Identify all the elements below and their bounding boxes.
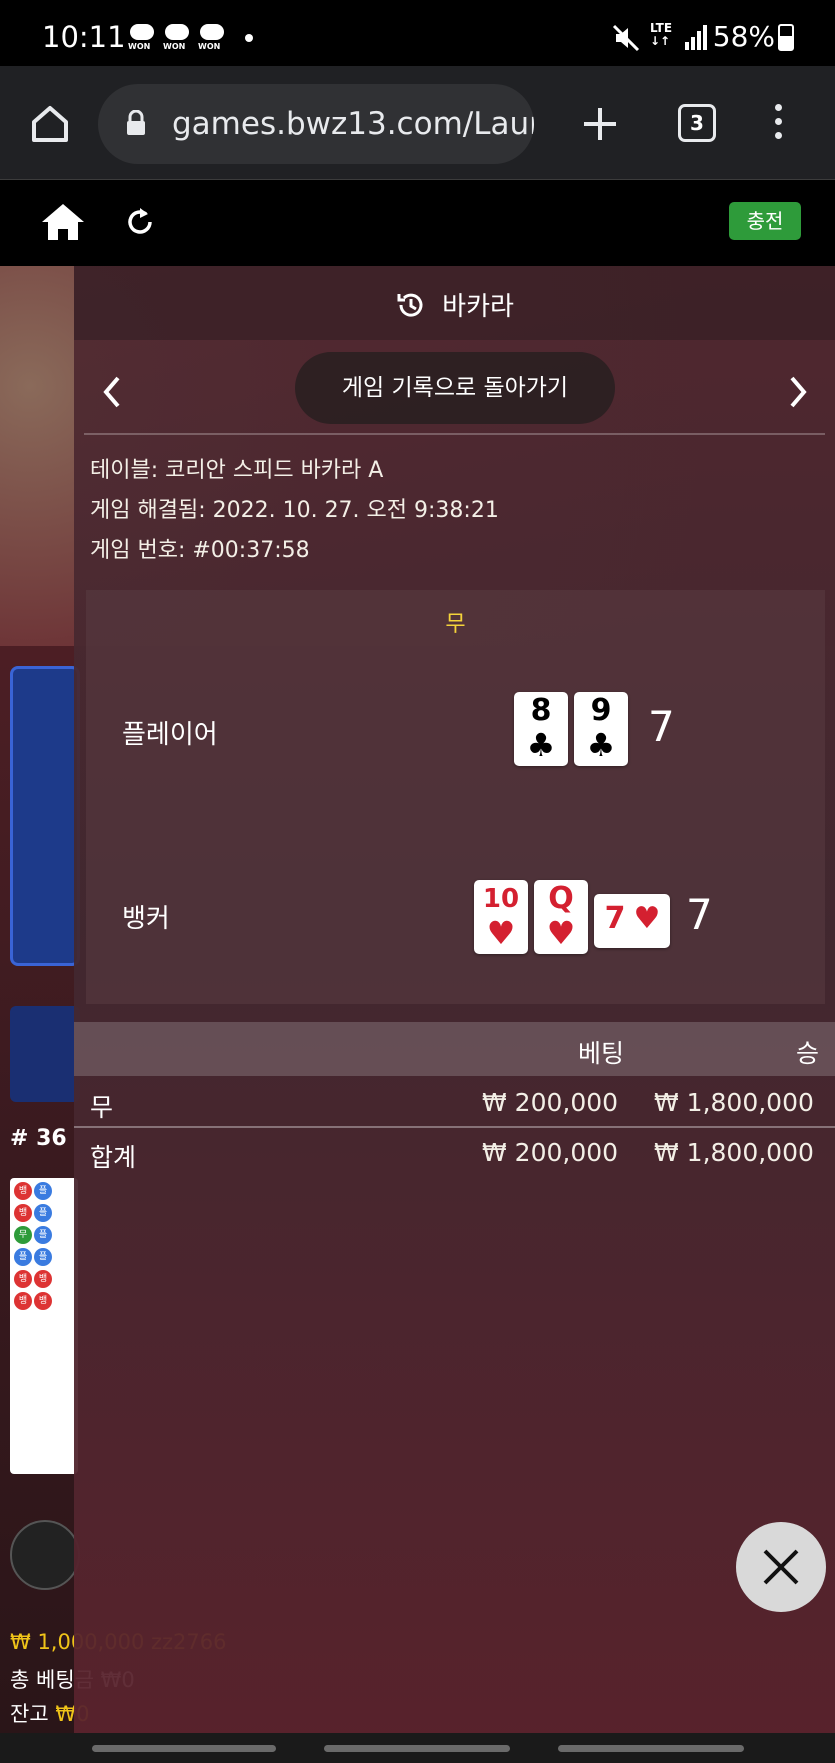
bet-column-header: 베팅	[578, 1039, 625, 1068]
game-history-panel: 바카라 게임 기록으로 돌아가기 테이블: 코리안 스피드 바카라 A 게임 해…	[74, 266, 835, 1733]
player-score: 7	[648, 702, 675, 751]
close-icon	[763, 1549, 799, 1585]
table-info: 테이블: 코리안 스피드 바카라 A	[90, 458, 384, 483]
player-bet-area[interactable]	[10, 666, 80, 966]
result-box: 무 플레이어 8 ♣ 9 ♣ 7 뱅커 10 ♥ Q ♥ 7 ♥ 7	[86, 590, 825, 1004]
table-row: 합계 ₩ 200,000 ₩ 1,800,000	[74, 1128, 835, 1176]
result-label: 무	[445, 612, 466, 637]
banker-label: 뱅커	[122, 904, 170, 934]
battery-icon	[778, 24, 794, 51]
resolved-info: 게임 해결됨: 2022. 10. 27. 오전 9:38:21	[90, 498, 499, 523]
player-pair-bet-area[interactable]	[10, 1006, 80, 1102]
banker-card: Q ♥	[534, 880, 588, 954]
chevron-left-icon[interactable]	[100, 374, 124, 410]
status-time: 10:11	[42, 20, 126, 54]
new-tab-icon[interactable]	[580, 104, 620, 144]
player-label: 플레이어	[122, 720, 218, 750]
player-card: 9 ♣	[574, 692, 628, 766]
bet-name: 무	[90, 1093, 114, 1122]
banker-score: 7	[686, 890, 713, 939]
game-number-info: 게임 번호: #00:37:58	[90, 538, 310, 563]
win-amount: ₩ 1,800,000	[654, 1088, 814, 1117]
more-notifications-icon	[245, 34, 253, 42]
panel-title: 바카라	[442, 292, 514, 322]
lock-icon	[127, 110, 145, 135]
battery-percent: 58%	[712, 20, 775, 53]
chevron-right-icon[interactable]	[786, 374, 810, 410]
close-button[interactable]	[736, 1522, 826, 1612]
chip-selector[interactable]	[10, 1520, 80, 1590]
total-win-amount: ₩ 1,800,000	[654, 1138, 814, 1167]
won-notification-icon: WON	[198, 24, 226, 54]
signal-icon	[685, 25, 707, 50]
bead-road: 뱅플 뱅플 무플 플플 뱅뱅 뱅뱅	[10, 1178, 78, 1474]
status-bar: 10:11 WON WON WON LTE ↓↑ 58%	[0, 0, 835, 66]
won-notification-icon: WON	[163, 24, 191, 54]
bet-table-header: 베팅 승	[74, 1022, 835, 1076]
banker-third-card: 7 ♥	[594, 894, 670, 948]
round-number: # 36	[10, 1126, 67, 1151]
player-card: 8 ♣	[514, 692, 568, 766]
browser-home-icon[interactable]	[28, 102, 72, 146]
address-bar[interactable]: games.bwz13.com/Laun	[98, 84, 534, 164]
tab-switcher-button[interactable]: 3	[678, 104, 716, 142]
won-notification-icon: WON	[128, 24, 156, 54]
url-text: games.bwz13.com/Laun	[172, 106, 534, 142]
table-row: 무 ₩ 200,000 ₩ 1,800,000	[74, 1078, 835, 1126]
banker-card: 10 ♥	[474, 880, 528, 954]
lte-icon: LTE ↓↑	[650, 21, 673, 48]
charge-button[interactable]: 충전	[729, 202, 801, 240]
system-nav-bar	[0, 1733, 835, 1763]
browser-menu-icon[interactable]	[770, 104, 786, 144]
panel-header: 바카라	[74, 266, 835, 340]
total-bet-amount: ₩ 200,000	[482, 1138, 619, 1167]
app-header: 충전	[0, 180, 835, 266]
home-handle[interactable]	[324, 1745, 510, 1752]
back-to-history-button[interactable]: 게임 기록으로 돌아가기	[295, 352, 615, 424]
win-column-header: 승	[796, 1039, 820, 1068]
home-icon[interactable]	[40, 202, 86, 242]
history-icon	[397, 293, 423, 317]
total-name: 합계	[90, 1143, 137, 1172]
divider	[84, 433, 825, 435]
browser-toolbar: games.bwz13.com/Laun 3	[0, 66, 835, 180]
bet-amount: ₩ 200,000	[482, 1088, 619, 1117]
refresh-icon[interactable]	[122, 204, 158, 240]
back-handle[interactable]	[558, 1745, 744, 1752]
recents-handle[interactable]	[92, 1745, 276, 1752]
mute-icon	[612, 24, 640, 52]
